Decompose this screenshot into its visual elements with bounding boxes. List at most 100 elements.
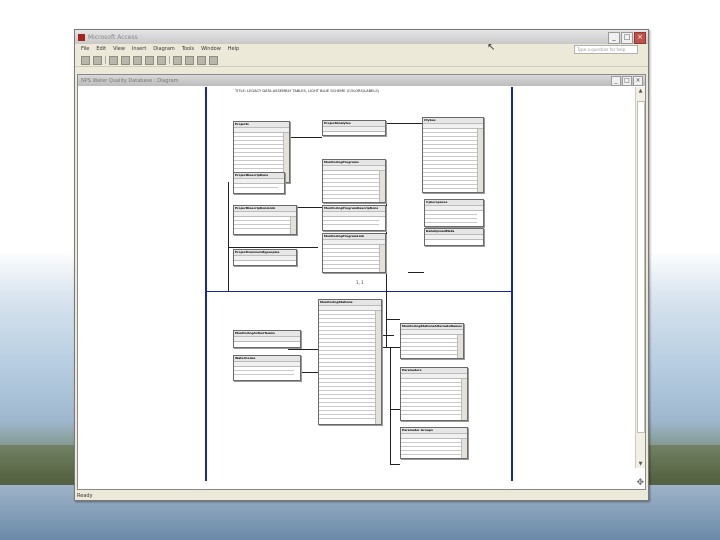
window-title: Microsoft Access [88, 33, 138, 41]
table-box[interactable]: Cyberspaces [424, 199, 484, 227]
table-column-header [323, 126, 385, 132]
menu-help[interactable]: Help [228, 46, 239, 52]
table-column-header [234, 336, 300, 342]
table-rows [401, 335, 457, 356]
diagram-titlebar[interactable]: NPS Water Quality Database : Diagram [78, 75, 645, 86]
status-bar: Ready [77, 493, 93, 499]
table-scrollbar[interactable] [461, 439, 467, 458]
menu-window[interactable]: Window [201, 46, 221, 52]
relationship-line [288, 349, 318, 350]
table-box[interactable]: DataUploadMeta [424, 228, 484, 246]
table-scrollbar[interactable] [379, 171, 385, 202]
relationship-line [288, 137, 322, 138]
table-box[interactable]: Parameter Groups [400, 427, 468, 459]
page-border-right [511, 87, 513, 481]
table-box[interactable]: WaterCodes [233, 355, 301, 381]
table-rows [319, 311, 375, 422]
table-box[interactable]: MonitoringProgramDescriptions [322, 205, 386, 231]
table-rows [323, 171, 379, 200]
access-icon [78, 33, 85, 41]
table-box[interactable]: MonitoringActionTeams [233, 330, 301, 348]
table-rows [401, 439, 461, 456]
diagram-controls: _ □ × [611, 76, 643, 86]
undo-icon[interactable] [145, 55, 154, 65]
relationship-line [390, 347, 391, 465]
table-rows [401, 379, 461, 418]
zoom-icon[interactable] [157, 55, 166, 65]
paste-icon[interactable] [133, 55, 142, 65]
mouse-pointer-icon: ↖ [487, 42, 496, 53]
table-scrollbar[interactable] [457, 335, 463, 358]
page-break-icon[interactable] [197, 55, 206, 65]
relationship-line [386, 167, 387, 347]
cut-icon[interactable] [109, 55, 118, 65]
maximize-button[interactable]: □ [621, 32, 633, 44]
table-column-header [425, 234, 483, 240]
table-box[interactable]: MonitoringPrograms [322, 159, 386, 203]
table-scrollbar[interactable] [290, 217, 296, 234]
table-box[interactable]: ProjectDescriptionsLink [233, 205, 297, 235]
scroll-down-icon[interactable]: ▼ [636, 460, 645, 468]
menu-view[interactable]: View [113, 46, 125, 52]
table-box[interactable]: MonitoringStationsAlternateNames [400, 323, 464, 359]
menu-bar: File Edit View Insert Diagram Tools Wind… [75, 44, 648, 54]
menu-diagram[interactable]: Diagram [153, 46, 174, 52]
relationship-icon[interactable] [185, 55, 194, 65]
relationship-line [386, 319, 400, 320]
diagram-close-button[interactable]: × [633, 76, 643, 86]
table-title: MonitoringStationsAlternateNames [401, 324, 463, 329]
table-box[interactable]: Parameters [400, 367, 468, 421]
table-box[interactable]: MonitoringProgramLink [322, 233, 386, 273]
table-box[interactable]: Ctybes [422, 117, 484, 193]
table-scrollbar[interactable] [375, 311, 381, 424]
diagram-maximize-button[interactable]: □ [622, 76, 632, 86]
access-window: Microsoft Access _ □ × File Edit View In… [74, 29, 649, 501]
toolbar-separator [105, 56, 106, 64]
scroll-up-icon[interactable]: ▲ [636, 87, 645, 95]
table-box[interactable]: ProjectDescriptions [233, 172, 285, 194]
new-table-icon[interactable] [173, 55, 182, 65]
relationship-line [228, 247, 318, 248]
minimize-button[interactable]: _ [608, 32, 620, 44]
page-break-line [206, 291, 513, 292]
diagram-minimize-button[interactable]: _ [611, 76, 621, 86]
move-cursor-icon: ✥ [636, 478, 644, 488]
print-icon[interactable] [93, 55, 102, 65]
table-rows [423, 129, 477, 190]
table-rows [425, 211, 477, 224]
window-titlebar[interactable]: Microsoft Access [75, 30, 648, 44]
table-scrollbar[interactable] [461, 379, 467, 420]
toolbar [75, 54, 648, 67]
table-scrollbar[interactable] [477, 129, 483, 192]
diagram-title: NPS Water Quality Database : Diagram [81, 77, 179, 84]
diagram-window: NPS Water Quality Database : Diagram _ □… [77, 74, 646, 490]
table-box[interactable]: ProjectCommunitypeoples [233, 249, 297, 266]
save-icon[interactable] [81, 55, 90, 65]
table-rows [234, 184, 278, 191]
scroll-thumb[interactable] [637, 101, 645, 433]
close-button[interactable]: × [634, 32, 646, 44]
relationship-line [390, 409, 400, 410]
menu-insert[interactable]: Insert [132, 46, 146, 52]
window-controls: _ □ × [608, 32, 646, 44]
ask-question-input[interactable]: Type a question for help [574, 45, 638, 54]
page-number: 1, 1 [356, 280, 364, 285]
menu-tools[interactable]: Tools [182, 46, 194, 52]
page-header-text: TITLE: LEGACY DATA ASSEMBLY TABLES, LIGH… [235, 89, 380, 93]
table-rows [234, 367, 294, 378]
table-column-header [234, 255, 296, 261]
table-scrollbar[interactable] [379, 245, 385, 272]
table-rows [323, 217, 379, 228]
table-rows [234, 217, 290, 232]
vertical-scrollbar[interactable]: ▲ ▼ [635, 87, 645, 468]
menu-edit[interactable]: Edit [96, 46, 106, 52]
menu-file[interactable]: File [81, 46, 89, 52]
diagram-canvas[interactable]: TITLE: LEGACY DATA ASSEMBLY TABLES, LIGH… [78, 87, 610, 481]
table-box[interactable]: MonitoringStations [318, 299, 382, 425]
table-box[interactable]: ProjectAnalytes [322, 120, 386, 136]
relationship-line [228, 182, 229, 292]
table-title: MonitoringProgramDescriptions [323, 206, 385, 211]
page-border-left [205, 87, 207, 481]
properties-icon[interactable] [209, 55, 218, 65]
copy-icon[interactable] [121, 55, 130, 65]
